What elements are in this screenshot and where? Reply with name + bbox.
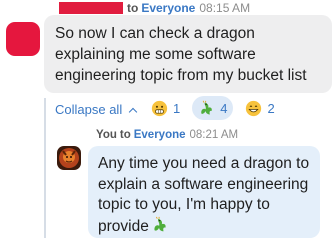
recipient-link[interactable]: Everyone [141,1,195,15]
reply-sender: You [96,129,117,141]
reply-time: 08:21 AM [189,129,239,141]
reply-text-container: Any time you need a dragon to explain a … [98,154,312,237]
reaction-count: 2 [267,100,275,116]
collapse-all-label: Collapse all [55,102,123,117]
reaction-grimace[interactable]: 1 [145,96,186,120]
reply-header: You to Everyone 08:21 AM [96,127,238,143]
avatar[interactable] [57,146,81,170]
dragon-emoji-icon [154,216,166,231]
reply-bubble[interactable]: Any time you need a dragon to explain a … [88,146,320,238]
sender-name-redacted[interactable] [59,2,123,14]
message-bubble[interactable]: So now I can check a dragon explaining m… [44,15,332,93]
recipient-link[interactable]: Everyone [134,129,186,141]
reaction-count: 1 [173,100,181,116]
reaction-dragon[interactable]: 4 [192,96,234,120]
to-label: to [119,129,131,141]
reply-text: Any time you need a dragon to explain a … [98,155,310,235]
dragon-avatar-icon [57,146,81,170]
chevron-up-icon [128,107,138,116]
reaction-count: 4 [220,100,228,116]
grimace-emoji-icon [151,100,168,116]
grin-emoji-icon [246,100,262,116]
to-label: to [127,1,139,15]
collapse-all-button[interactable]: Collapse all [55,102,138,117]
reactions-bar: 1 4 2 [145,96,281,120]
message-time: 08:15 AM [199,1,251,15]
message-header: to Everyone 08:15 AM [59,0,250,16]
dragon-emoji-icon [201,100,213,114]
message-text: So now I can check a dragon explaining m… [55,25,307,84]
reaction-grin[interactable]: 2 [239,96,280,120]
avatar[interactable] [6,22,40,56]
thread-line [44,98,46,238]
